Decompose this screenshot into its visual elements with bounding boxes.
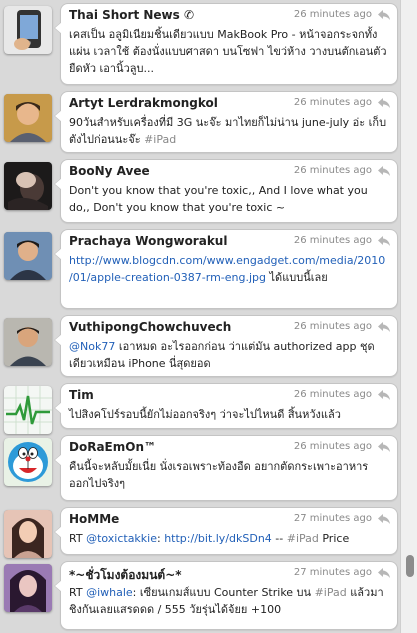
avatar[interactable] bbox=[4, 510, 52, 558]
person-photo-icon bbox=[4, 94, 52, 142]
tweet-author-name[interactable]: HoMMe bbox=[69, 512, 119, 526]
tweet-hashtag[interactable]: #iPad bbox=[315, 586, 347, 599]
tweet-bubble: HoMMe 27 minutes ago RT @toxictakkie: ht… bbox=[54, 507, 398, 555]
tweet-author-name[interactable]: Prachaya Wongworakul bbox=[69, 234, 227, 248]
tweet-text-segment: ได้แบบนี้เลย bbox=[266, 271, 328, 284]
tweet-time: 26 minutes ago bbox=[293, 321, 372, 332]
avatar[interactable] bbox=[4, 386, 52, 434]
tweet-text: ไปสิงคโปร์รอบนี้ยักไม่ออกจริงๆ ว่าจะไปไห… bbox=[69, 406, 387, 423]
doraemon-icon bbox=[4, 438, 52, 486]
reply-arrow-icon[interactable] bbox=[377, 567, 391, 579]
tweet-bubble: *~ชั่วโมงต้องมนต์~* 27 minutes ago RT @i… bbox=[54, 561, 398, 630]
person-photo-icon bbox=[4, 510, 52, 558]
avatar[interactable] bbox=[4, 162, 52, 210]
reply-arrow-icon[interactable] bbox=[377, 513, 391, 525]
tweet-bubble: BooNy Avee 26 minutes ago Don't you know… bbox=[54, 159, 398, 223]
tweet-link[interactable]: http://www.blogcdn.com/www.engadget.com/… bbox=[69, 254, 385, 284]
avatar[interactable] bbox=[4, 94, 52, 142]
tweet-hashtag[interactable]: #iPad bbox=[144, 133, 176, 146]
tweet-item[interactable]: Prachaya Wongworakul 26 minutes ago http… bbox=[0, 226, 400, 312]
tweet-item[interactable]: VuthipongChowchuvech 26 minutes ago @Nok… bbox=[0, 312, 400, 380]
tweet-time: 27 minutes ago bbox=[293, 513, 372, 524]
tweet-hashtag[interactable]: #iPad bbox=[287, 532, 319, 545]
tweet-bubble: VuthipongChowchuvech 26 minutes ago @Nok… bbox=[54, 315, 398, 377]
reply-arrow-icon[interactable] bbox=[377, 9, 391, 21]
phone-icon: ✆ bbox=[183, 8, 195, 22]
tweet-author-name[interactable]: *~ชั่วโมงต้องมนต์~* bbox=[69, 566, 182, 585]
dark-photo-icon bbox=[4, 162, 52, 210]
tweet-text-segment: เคสเป็น อลูมิเนียมชิ้นเดียวแบบ MakBook P… bbox=[69, 28, 387, 75]
tweet-text-segment: : เซียนเกมส์แบบ Counter Strike บน bbox=[132, 586, 315, 599]
tweet-bubble: Artyt Lerdrakmongkol 26 minutes ago 90วั… bbox=[54, 91, 398, 153]
tweet-text-segment: RT bbox=[69, 586, 87, 599]
tweet-item[interactable]: HoMMe 27 minutes ago RT @toxictakkie: ht… bbox=[0, 504, 400, 558]
tweet-text: RT @toxictakkie: http://bit.ly/dkSDn4 --… bbox=[69, 530, 387, 547]
person-photo-icon bbox=[4, 232, 52, 280]
tweet-item[interactable]: BooNy Avee 26 minutes ago Don't you know… bbox=[0, 156, 400, 226]
tweet-text-segment: Price bbox=[318, 532, 350, 545]
tweet-bubble: Prachaya Wongworakul 26 minutes ago http… bbox=[54, 229, 398, 309]
person-photo-icon bbox=[4, 564, 52, 612]
tweet-author-name[interactable]: BooNy Avee bbox=[69, 164, 150, 178]
tweet-item[interactable]: Thai Short News ✆ 26 minutes ago เคสเป็น… bbox=[0, 0, 400, 88]
tweet-text: @Nok77 เอาหมด อะไรออกก่อน ว่าแต่มัน auth… bbox=[69, 338, 387, 372]
tweet-link[interactable]: @toxictakkie bbox=[86, 532, 157, 545]
reply-arrow-icon[interactable] bbox=[377, 389, 391, 401]
tweet-timeline[interactable]: Thai Short News ✆ 26 minutes ago เคสเป็น… bbox=[0, 0, 400, 633]
tweet-author-name[interactable]: VuthipongChowchuvech bbox=[69, 320, 231, 334]
tweet-text-segment: -- bbox=[271, 532, 287, 545]
reply-arrow-icon[interactable] bbox=[377, 97, 391, 109]
reply-arrow-icon[interactable] bbox=[377, 441, 391, 453]
tweet-text: เคสเป็น อลูมิเนียมชิ้นเดียวแบบ MakBook P… bbox=[69, 26, 387, 77]
vertical-scrollbar[interactable] bbox=[400, 0, 417, 633]
tweet-text: คืนนี้จะหลับมั้ยเนี่ย นั่งเรอเพราะท้องอื… bbox=[69, 458, 387, 492]
tweet-text: 90วันสำหรับเครื่องที่มี 3G นะจ๊ะ มาไทยก็… bbox=[69, 114, 387, 148]
tweet-text-segment: 90วันสำหรับเครื่องที่มี 3G นะจ๊ะ มาไทยก็… bbox=[69, 116, 387, 146]
tweet-text-segment: ไปสิงคโปร์รอบนี้ยักไม่ออกจริงๆ ว่าจะไปไห… bbox=[69, 408, 341, 421]
tweet-item[interactable]: DoRaEmOn™ 26 minutes ago คืนนี้จะหลับมั้… bbox=[0, 432, 400, 504]
tweet-link[interactable]: @Nok77 bbox=[69, 340, 115, 353]
tweet-time: 26 minutes ago bbox=[293, 441, 372, 452]
reply-arrow-icon[interactable] bbox=[377, 235, 391, 247]
tweet-text-segment: คืนนี้จะหลับมั้ยเนี่ย นั่งเรอเพราะท้องอื… bbox=[69, 460, 369, 490]
tweet-time: 26 minutes ago bbox=[293, 235, 372, 246]
tweet-bubble: Tim 26 minutes ago ไปสิงคโปร์รอบนี้ยักไม… bbox=[54, 383, 398, 429]
avatar[interactable] bbox=[4, 438, 52, 486]
tweet-time: 26 minutes ago bbox=[293, 97, 372, 108]
tweet-time: 26 minutes ago bbox=[293, 165, 372, 176]
mobile-phone-icon bbox=[4, 6, 52, 54]
tweet-item[interactable]: Artyt Lerdrakmongkol 26 minutes ago 90วั… bbox=[0, 88, 400, 156]
avatar[interactable] bbox=[4, 6, 52, 54]
tweet-time: 26 minutes ago bbox=[293, 389, 372, 400]
heartbeat-graph-icon bbox=[4, 386, 52, 434]
tweet-link[interactable]: http://bit.ly/dkSDn4 bbox=[164, 532, 272, 545]
avatar[interactable] bbox=[4, 564, 52, 612]
tweet-bubble: DoRaEmOn™ 26 minutes ago คืนนี้จะหลับมั้… bbox=[54, 435, 398, 501]
tweet-item[interactable]: *~ชั่วโมงต้องมนต์~* 27 minutes ago RT @i… bbox=[0, 558, 400, 633]
avatar[interactable] bbox=[4, 318, 52, 366]
tweet-text-segment: เอาหมด อะไรออกก่อน ว่าแต่มัน authorized … bbox=[69, 340, 375, 370]
tweet-text-segment: RT bbox=[69, 532, 87, 545]
reply-arrow-icon[interactable] bbox=[377, 165, 391, 177]
avatar[interactable] bbox=[4, 232, 52, 280]
scrollbar-thumb[interactable] bbox=[406, 555, 414, 577]
person-photo-icon bbox=[4, 318, 52, 366]
tweet-link[interactable]: @iwhale bbox=[86, 586, 133, 599]
tweet-text: RT @iwhale: เซียนเกมส์แบบ Counter Strike… bbox=[69, 584, 387, 618]
tweet-text: http://www.blogcdn.com/www.engadget.com/… bbox=[69, 252, 387, 286]
tweet-time: 26 minutes ago bbox=[293, 9, 372, 20]
tweet-author-name[interactable]: Tim bbox=[69, 388, 94, 402]
tweet-author-name[interactable]: DoRaEmOn™ bbox=[69, 440, 156, 454]
tweet-author-name[interactable]: Artyt Lerdrakmongkol bbox=[69, 96, 218, 110]
reply-arrow-icon[interactable] bbox=[377, 321, 391, 333]
tweet-text: Don't you know that you're toxic,, And I… bbox=[69, 182, 387, 216]
tweet-time: 27 minutes ago bbox=[293, 567, 372, 578]
tweet-item[interactable]: Tim 26 minutes ago ไปสิงคโปร์รอบนี้ยักไม… bbox=[0, 380, 400, 434]
tweet-author-name[interactable]: Thai Short News ✆ bbox=[69, 8, 194, 22]
tweet-bubble: Thai Short News ✆ 26 minutes ago เคสเป็น… bbox=[54, 3, 398, 85]
tweet-text-segment: Don't you know that you're toxic,, And I… bbox=[69, 184, 368, 214]
